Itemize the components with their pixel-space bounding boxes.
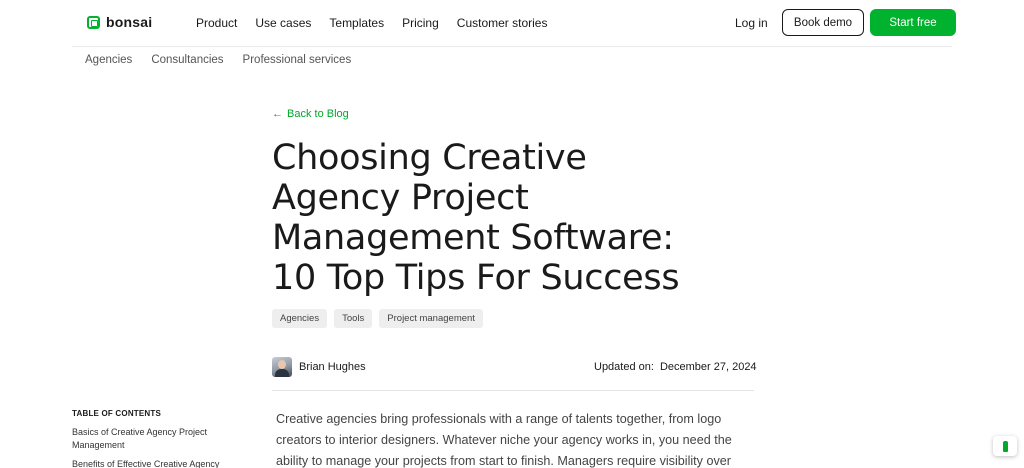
main-nav: Product Use cases Templates Pricing Cust… [196,16,565,30]
article-tags: Agencies Tools Project management [272,309,483,328]
tag-project-management[interactable]: Project management [379,309,483,328]
body-line: creators to interior designers. Whatever… [276,433,732,447]
article-title: Choosing Creative Agency Project Managem… [272,138,752,298]
brand-name: bonsai [106,14,153,30]
back-to-blog-link[interactable]: ← Back to Blog [272,108,349,120]
subnav-professional-services[interactable]: Professional services [243,54,352,66]
top-navbar: bonsai Product Use cases Templates Prici… [0,0,1024,46]
nav-templates[interactable]: Templates [329,16,384,30]
author-name[interactable]: Brian Hughes [299,361,366,373]
title-line: Choosing Creative [272,138,587,178]
subnav-agencies[interactable]: Agencies [85,54,132,66]
book-demo-button[interactable]: Book demo [782,9,864,36]
subnav-consultancies[interactable]: Consultancies [151,54,223,66]
login-link[interactable]: Log in [735,16,768,30]
arrow-left-icon: ← [272,108,283,120]
updated-label: Updated on: [594,361,654,373]
sub-navbar: Agencies Consultancies Professional serv… [85,54,370,66]
tag-agencies[interactable]: Agencies [272,309,328,328]
body-line: ability to manage your projects from sta… [276,454,731,468]
body-line: Creative agencies bring professionals wi… [276,412,722,426]
toc-item[interactable]: Benefits of Effective Creative Agency [72,458,232,468]
bonsai-logo-icon [87,15,100,29]
back-to-blog-label: Back to Blog [287,108,349,120]
author-info: Brian Hughes [272,357,366,377]
nav-customer-stories[interactable]: Customer stories [457,16,548,30]
author-avatar [272,357,292,377]
meta-divider [272,390,754,391]
nav-pricing[interactable]: Pricing [402,16,439,30]
article-body: Creative agencies bring professionals wi… [276,409,746,468]
accessibility-widget-button[interactable] [993,436,1017,456]
accessibility-icon [1002,440,1008,452]
toc-title: TABLE OF CONTENTS [72,409,162,418]
title-line: Agency Project [272,178,529,218]
toc-item[interactable]: Basics of Creative Agency Project Manage… [72,426,232,452]
title-line: Management Software: [272,218,674,258]
title-line: 10 Top Tips For Success [272,258,680,298]
tag-tools[interactable]: Tools [334,309,373,328]
nav-use-cases[interactable]: Use cases [255,16,311,30]
nav-product[interactable]: Product [196,16,237,30]
navbar-divider [72,46,952,47]
bonsai-logo[interactable]: bonsai [87,14,152,30]
updated-date: Updated on: December 27, 2024 [594,361,757,373]
start-free-button[interactable]: Start free [870,9,956,36]
updated-value: December 27, 2024 [659,361,757,373]
